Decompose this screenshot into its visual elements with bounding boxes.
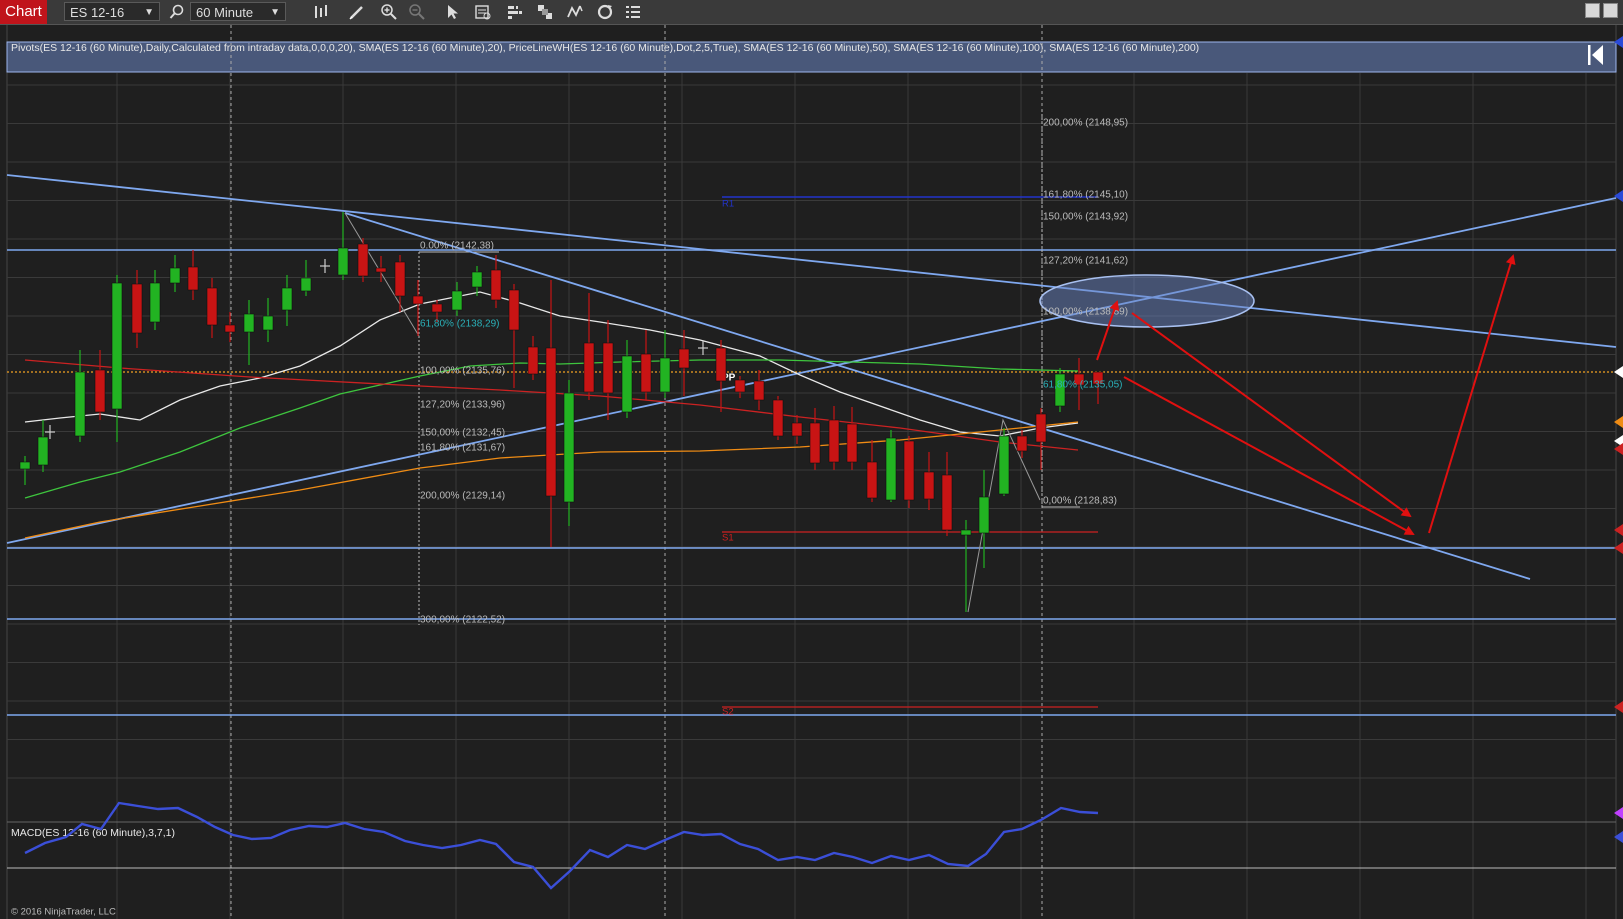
copyright: © 2016 NinjaTrader, LLC — [11, 906, 116, 917]
reload-icon[interactable] — [596, 3, 614, 21]
pivot-s1-label: S1 — [722, 533, 734, 544]
bar-style-icon[interactable] — [312, 3, 330, 21]
fib-level-label: 150,00% (2132,45) — [420, 428, 505, 439]
instrument-select[interactable]: ES 12-16 ▼ — [64, 2, 160, 21]
fib-level-label: 200,00% (2129,14) — [420, 491, 505, 502]
macd-label: MACD(ES 12-16 (60 Minute),3,7,1) — [11, 827, 175, 839]
candle — [885, 430, 897, 502]
fib-level-label: 200,00% (2148,95) — [1043, 118, 1128, 129]
chevron-down-icon: ▼ — [144, 7, 154, 18]
pivot-s2-label: S2 — [722, 707, 734, 718]
fib-level-label: 0.00% (2142,38) — [420, 241, 494, 252]
data-box-icon[interactable] — [474, 3, 492, 21]
fib-level-label: 61,80% (2138,29) — [420, 319, 500, 330]
chart-background — [0, 25, 1623, 919]
search-icon[interactable] — [168, 3, 186, 21]
fib-level-label: 127,20% (2133,96) — [420, 400, 505, 411]
pencil-icon[interactable] — [348, 3, 366, 21]
price-chart[interactable]: Pivots(ES 12-16 (60 Minute),Daily,Calcul… — [0, 25, 1623, 919]
fib-level-label: 100,00% (2135,76) — [420, 366, 505, 377]
fib-level-label: 127,20% (2141,62) — [1043, 256, 1128, 267]
zoom-in-icon[interactable] — [380, 3, 398, 21]
fib-level-label: 150,00% (2143,92) — [1043, 212, 1128, 223]
restore-button[interactable] — [1585, 3, 1600, 18]
properties-icon[interactable] — [506, 3, 524, 21]
templates-icon[interactable] — [536, 3, 554, 21]
candle — [357, 238, 369, 282]
candle — [903, 436, 915, 508]
candle — [772, 396, 784, 440]
candle — [998, 428, 1010, 496]
instrument-value: ES 12-16 — [70, 5, 125, 20]
period-value: 60 Minute — [196, 5, 254, 20]
chevron-down-icon: ▼ — [270, 7, 280, 18]
list-icon[interactable] — [624, 3, 642, 21]
fib-level-label: 0,00% (2128,83) — [1043, 496, 1117, 507]
pointer-icon[interactable] — [444, 3, 462, 21]
strategy-icon[interactable] — [566, 3, 584, 21]
zoom-out-icon[interactable] — [408, 3, 426, 21]
fib-level-label: 161,80% (2131,67) — [420, 443, 505, 454]
fib-level-label: 61,80% (2135,05) — [1043, 380, 1123, 391]
fib-level-label: 161,80% (2145,10) — [1043, 190, 1128, 201]
chart-tab[interactable]: Chart — [0, 0, 47, 24]
fib-level-label: 300,00% (2122,52) — [420, 615, 505, 626]
pivot-r1-label: R1 — [722, 199, 734, 210]
period-select[interactable]: 60 Minute ▼ — [190, 2, 286, 21]
chart-toolbar: Chart ES 12-16 ▼ 60 Minute ▼ — [0, 0, 1623, 25]
maximize-button[interactable] — [1603, 3, 1618, 18]
highlight-ellipse — [1039, 274, 1255, 328]
indicators-label: Pivots(ES 12-16 (60 Minute),Daily,Calcul… — [11, 42, 1199, 54]
